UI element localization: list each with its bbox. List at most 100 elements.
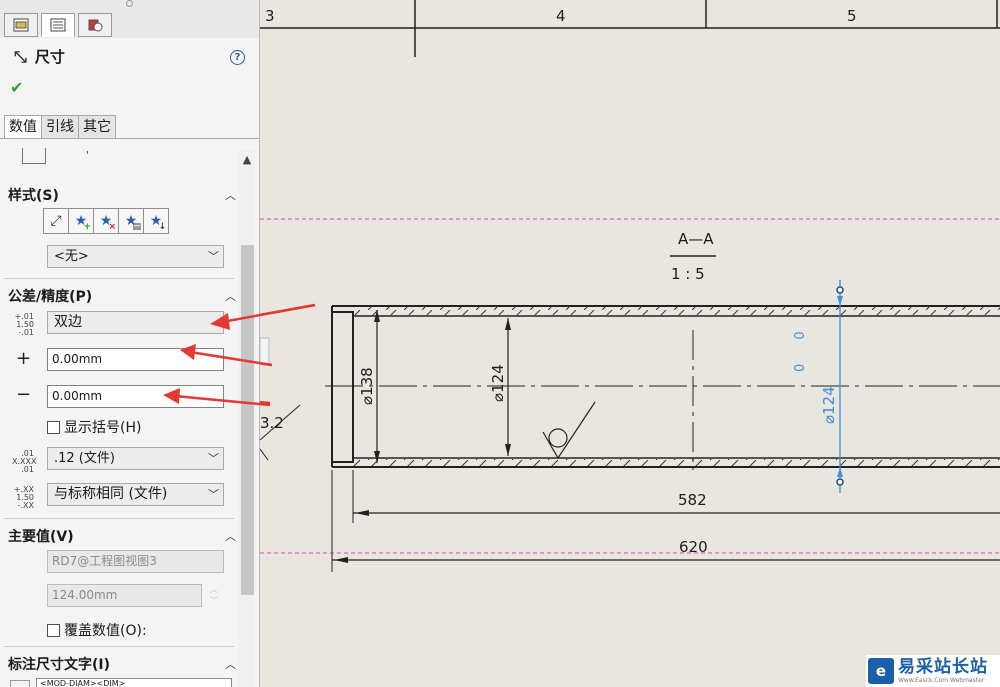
minus-icon: − xyxy=(16,384,32,405)
tolerance-precision-value: 与标称相同 (文件) xyxy=(54,486,168,502)
surface-finish-symbol xyxy=(542,401,596,460)
property-manager-icon[interactable] xyxy=(41,13,75,37)
tab-other[interactable]: 其它 xyxy=(79,115,116,139)
scrollbar-thumb[interactable] xyxy=(241,245,254,595)
tolerance-type-dropdown[interactable]: 双边 xyxy=(47,311,224,334)
dim-text-icon xyxy=(10,680,30,687)
tolerance-type-value: 双边 xyxy=(54,314,82,330)
delete-style-icon[interactable]: ★ × xyxy=(93,208,119,234)
zone-number: 3 xyxy=(265,7,275,25)
chevron-down-icon: ﹀ xyxy=(208,488,219,501)
dim-text-section-title: 标注尺寸文字(I) xyxy=(8,657,111,673)
drawing-sheet[interactable]: 3 4 5 A—A 1 : 5 ⌀138 ⌀124 3.2 ⌀124 0 0 5… xyxy=(260,0,1000,687)
selected-diameter-value[interactable]: 124 xyxy=(820,386,838,415)
scroll-up-arrow-icon[interactable]: ▲ xyxy=(239,153,255,166)
length-582-label: 582 xyxy=(678,491,707,509)
override-value-row[interactable]: 覆盖数值(O): xyxy=(47,620,147,640)
dimension-name-field: RD7@工程图视图3 xyxy=(47,550,224,573)
style-button-group: ⤢ ★ + ★ × ★ ▤ ★ ↓ xyxy=(43,208,169,234)
panel-grip[interactable] xyxy=(126,0,133,7)
subtab-bar: 数值 引线 其它 xyxy=(4,115,116,139)
show-parentheses-checkbox[interactable] xyxy=(47,420,60,434)
configuration-icon[interactable] xyxy=(78,13,112,37)
selected-tolerance-label[interactable]: 0 0 xyxy=(793,321,808,372)
tolerance-section-header[interactable]: 公差/精度(P) ︿ xyxy=(8,286,236,306)
chevron-down-icon: ﹀ xyxy=(208,452,219,465)
pipe-bottom-wall-hatch xyxy=(353,459,1000,467)
save-style-icon[interactable]: ★ ▤ xyxy=(118,208,144,234)
upper-tolerance-input[interactable]: 0.00mm xyxy=(47,348,224,371)
collapse-icon[interactable]: ︿ xyxy=(225,656,236,672)
outer-diameter-value: 138 xyxy=(358,367,376,396)
zone-number: 5 xyxy=(847,7,857,25)
site-watermark: e 易采站长站 Www.Easck.Com Webmaster xyxy=(866,655,1000,687)
override-value-label: 覆盖数值(O): xyxy=(64,623,147,639)
partial-leader-line xyxy=(260,448,269,461)
panel-edge-tab[interactable] xyxy=(260,337,270,365)
load-style-icon[interactable]: ★ ↓ xyxy=(143,208,169,234)
ok-checkmark-icon[interactable]: ✔ xyxy=(10,78,23,97)
section-divider xyxy=(4,518,234,519)
dim-arrowhead xyxy=(355,510,369,516)
feature-tree-icon[interactable] xyxy=(4,13,38,37)
dimension-value-field: 124.00mm xyxy=(47,584,202,607)
inner-diameter-label: ⌀124 xyxy=(489,364,507,402)
zone-number: 4 xyxy=(556,7,566,25)
primary-value-section-header[interactable]: 主要值(V) ︿ xyxy=(8,526,236,546)
dim-text-section-header[interactable]: 标注尺寸文字(I) ︿ xyxy=(8,654,236,674)
watermark-logo-icon: e xyxy=(868,658,894,684)
style-dropdown[interactable]: <无> ﹀ xyxy=(47,245,224,268)
help-icon[interactable]: ? xyxy=(230,50,245,65)
tol-icon-lower: -.01 xyxy=(18,328,34,337)
dimension-icon: ⤡ xyxy=(14,46,27,66)
pipe-top-wall-hatch xyxy=(353,307,1000,315)
tab-value[interactable]: 数值 xyxy=(4,115,42,139)
length-620-label: 620 xyxy=(679,538,708,556)
section-scale-label: 1 : 5 xyxy=(671,265,705,283)
dim-text-input[interactable]: <MOD-DIAM><DIM> xyxy=(36,678,232,687)
collapse-icon[interactable]: ︿ xyxy=(225,288,236,304)
style-section-header[interactable]: 样式(S) ︿ xyxy=(8,185,236,205)
add-style-icon[interactable]: ★ + xyxy=(68,208,94,234)
section-view-label: A—A xyxy=(678,230,714,248)
outer-diameter-label: ⌀138 xyxy=(358,367,376,405)
watermark-subtext: Www.Easck.Com Webmaster xyxy=(898,677,985,684)
subtab-divider xyxy=(0,138,259,139)
tolerance-precision-icon: +.XX 1.50 -.XX xyxy=(12,486,34,510)
selected-dim-handle[interactable] xyxy=(836,478,844,486)
chevron-down-icon: ﹀ xyxy=(208,250,219,263)
panel-title: ⤡ 尺寸 xyxy=(14,46,65,67)
show-parentheses-row[interactable]: 显示括号(H) xyxy=(47,417,141,437)
property-manager-panel: ⤡ 尺寸 ? ✔ 数值 引线 其它 ▲ ' 样式(S) ︿ ⤢ ★ + ★ × ★ ▤… xyxy=(0,0,260,687)
tab-leader[interactable]: 引线 xyxy=(42,115,79,139)
primary-value-section-title: 主要值(V) xyxy=(8,529,74,545)
collapse-icon[interactable]: ︿ xyxy=(225,528,236,544)
primary-precision-dropdown[interactable]: .12 (文件) ﹀ xyxy=(47,447,224,470)
watermark-text: 易采站长站 xyxy=(898,657,988,677)
primary-precision-icon: .01 X.XXX .01 xyxy=(12,450,36,474)
partial-mark: ' xyxy=(86,150,89,161)
prec-icon-bottom: .01 xyxy=(21,465,34,474)
value-spinner-icon: ︿ ﹀ xyxy=(210,585,218,605)
tprec-icon-bottom: -.XX xyxy=(17,501,34,510)
apply-defaults-icon[interactable]: ⤢ xyxy=(43,208,69,234)
show-parentheses-label: 显示括号(H) xyxy=(64,420,142,436)
dim-arrowhead xyxy=(334,557,348,563)
selected-dim-handle[interactable] xyxy=(836,286,844,294)
surface-finish-circle xyxy=(548,428,568,448)
annotation-arrow-shaft xyxy=(260,303,316,317)
tolerance-section-title: 公差/精度(P) xyxy=(8,289,93,305)
favorite-section-icon xyxy=(22,148,46,164)
collapse-icon[interactable]: ︿ xyxy=(225,187,236,203)
tolerance-type-icon: +.01 1.50 -.01 xyxy=(12,313,34,337)
primary-precision-value: .12 (文件) xyxy=(54,451,115,466)
style-section-title: 样式(S) xyxy=(8,188,59,204)
lower-tolerance-input[interactable]: 0.00mm xyxy=(47,385,224,408)
override-value-checkbox[interactable] xyxy=(47,623,60,637)
drawing-canvas[interactable]: 3 4 5 A—A 1 : 5 ⌀138 ⌀124 3.2 ⌀124 0 0 5… xyxy=(260,0,1000,687)
tolerance-precision-dropdown[interactable]: 与标称相同 (文件) ﹀ xyxy=(47,483,224,506)
selected-diameter-label[interactable]: ⌀124 xyxy=(820,386,838,424)
section-divider xyxy=(4,646,234,647)
panel-title-text: 尺寸 xyxy=(34,48,65,66)
section-divider xyxy=(4,278,234,279)
